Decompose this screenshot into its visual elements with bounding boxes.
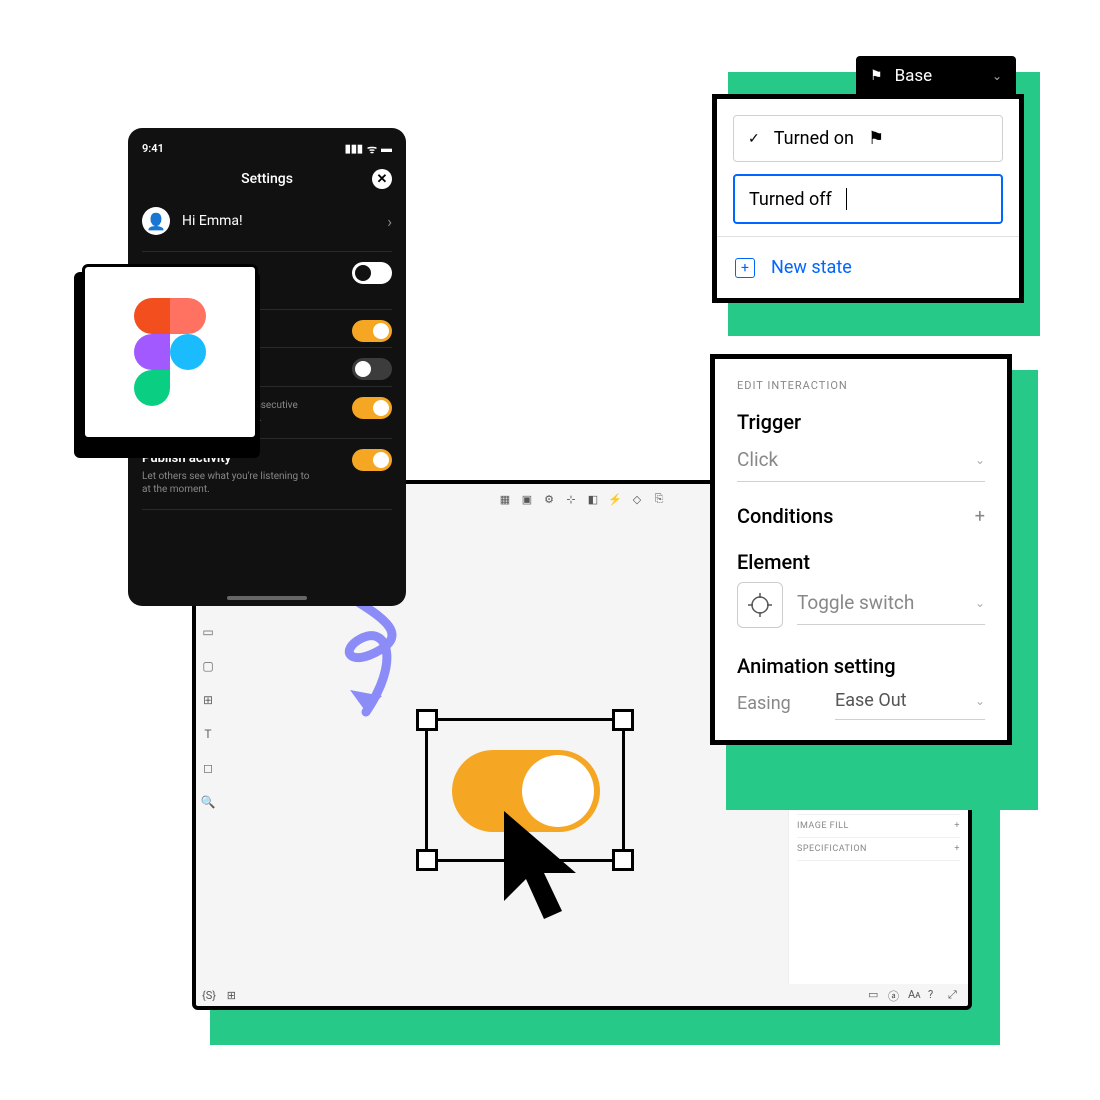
trigger-value: Click: [737, 448, 778, 471]
tool-icon[interactable]: ▭: [200, 624, 216, 640]
accessibility-icon[interactable]: ⓐ: [888, 988, 902, 1002]
expand-icon[interactable]: ⤢: [948, 988, 962, 1002]
trigger-dropdown[interactable]: Click ⌄: [737, 442, 985, 482]
chevron-down-icon: ⌄: [975, 453, 985, 467]
code-icon[interactable]: {S}: [202, 989, 216, 1002]
base-state-tab[interactable]: ⚑ Base ⌄: [856, 56, 1016, 96]
toggle-switch[interactable]: [352, 397, 392, 419]
greeting-text: Hi Emma!: [182, 213, 243, 229]
figma-logo-card: [82, 264, 258, 440]
canvas-top-toolbar: ▦ ▣ ⚙ ⊹ ◧ ⚡ ◇ ⎘: [498, 492, 666, 506]
setting-description: Let others see what you're listening to …: [142, 470, 312, 497]
search-icon[interactable]: 🔍: [200, 794, 216, 810]
flag-icon: ⚑: [870, 68, 883, 84]
property-row[interactable]: SPECIFICATION+: [797, 838, 960, 861]
tool-icon[interactable]: ⚡: [608, 492, 622, 506]
tool-icon[interactable]: ⊹: [564, 492, 578, 506]
tool-icon[interactable]: ▢: [200, 658, 216, 674]
conditions-section[interactable]: Conditions +: [737, 504, 985, 528]
annotation-arrow: [330, 590, 420, 730]
tab-label: Base: [895, 66, 933, 86]
resize-handle-br[interactable]: [612, 849, 634, 871]
chevron-down-icon: ⌄: [975, 596, 985, 610]
toggle-switch[interactable]: [352, 320, 392, 342]
battery-icon: ▬: [381, 142, 392, 157]
tool-icon[interactable]: ⚙: [542, 492, 556, 506]
mobile-status-bar: 9:41 ▮▮▮ ᯤ ▬: [142, 142, 392, 157]
panel-header: EDIT INTERACTION: [737, 379, 985, 392]
resize-handle-tr[interactable]: [612, 709, 634, 731]
element-dropdown[interactable]: Toggle switch ⌄: [797, 585, 985, 625]
signal-icon: ▮▮▮: [345, 142, 363, 157]
plus-icon: +: [735, 258, 755, 278]
crosshair-icon: [748, 593, 772, 617]
element-value: Toggle switch: [797, 591, 914, 614]
state-item-turned-on[interactable]: ✓ Turned on ⚑: [733, 115, 1003, 162]
new-state-label: New state: [771, 257, 852, 278]
user-profile-row[interactable]: 👤 Hi Emma! ›: [142, 207, 392, 252]
tool-icon[interactable]: T: [200, 726, 216, 742]
status-time: 9:41: [142, 142, 164, 157]
selection-bounding-box[interactable]: [425, 718, 625, 862]
tool-icon[interactable]: ▣: [520, 492, 534, 506]
target-picker-button[interactable]: [737, 582, 783, 628]
flag-icon: ⚑: [868, 128, 884, 149]
avatar: 👤: [142, 207, 170, 235]
easing-dropdown[interactable]: Ease Out ⌄: [835, 686, 985, 720]
close-button[interactable]: ✕: [372, 169, 392, 189]
easing-label: Easing: [737, 693, 817, 714]
home-indicator: [227, 596, 307, 600]
canvas-bottom-left: {S} ⊞: [202, 989, 236, 1002]
conditions-label: Conditions: [737, 504, 833, 528]
chevron-down-icon: ⌄: [992, 69, 1002, 83]
text-cursor: [846, 188, 847, 210]
chevron-down-icon: ⌄: [975, 694, 985, 708]
canvas-left-toolbar: ▭ ▢ ⊞ T ◻ 🔍: [200, 624, 216, 810]
wifi-icon: ᯤ: [367, 142, 377, 157]
trigger-section-title: Trigger: [737, 410, 985, 434]
new-state-button[interactable]: + New state: [733, 253, 1003, 282]
grid-icon[interactable]: ⊞: [227, 989, 236, 1002]
tool-icon[interactable]: ◧: [586, 492, 600, 506]
divider: [717, 236, 1019, 237]
state-label: Turned on: [774, 128, 854, 149]
add-condition-button[interactable]: +: [975, 506, 985, 527]
resize-handle-bl[interactable]: [416, 849, 438, 871]
tool-icon[interactable]: ◻: [200, 760, 216, 776]
device-icon[interactable]: ▭: [868, 988, 882, 1002]
element-section-title: Element: [737, 550, 985, 574]
canvas-properties-panel: BLUR+ IMAGE FILL+ SPECIFICATION+: [788, 784, 968, 984]
canvas-bottom-right: ▭ ⓐ Aᴀ ? ⤢: [868, 988, 962, 1002]
toggle-switch[interactable]: [352, 262, 392, 284]
figma-logo-icon: [134, 298, 206, 406]
state-item-turned-off[interactable]: Turned off: [733, 174, 1003, 224]
states-panel: ✓ Turned on ⚑ Turned off + New state: [712, 94, 1024, 303]
tool-icon[interactable]: ⊞: [200, 692, 216, 708]
easing-value: Ease Out: [835, 690, 907, 711]
screen-title: Settings: [241, 171, 293, 187]
property-row[interactable]: IMAGE FILL+: [797, 815, 960, 838]
toggle-switch[interactable]: [352, 449, 392, 471]
toggle-switch[interactable]: [352, 358, 392, 380]
text-icon[interactable]: Aᴀ: [908, 988, 922, 1002]
tool-icon[interactable]: ▦: [498, 492, 512, 506]
edit-interaction-panel: EDIT INTERACTION Trigger Click ⌄ Conditi…: [710, 354, 1012, 745]
tool-icon[interactable]: ◇: [630, 492, 644, 506]
animation-section-title: Animation setting: [737, 654, 985, 678]
check-icon: ✓: [748, 131, 760, 147]
tool-icon[interactable]: ⎘: [652, 492, 666, 506]
state-label-input[interactable]: Turned off: [749, 189, 832, 210]
help-icon[interactable]: ?: [928, 988, 942, 1002]
chevron-right-icon: ›: [387, 212, 392, 231]
